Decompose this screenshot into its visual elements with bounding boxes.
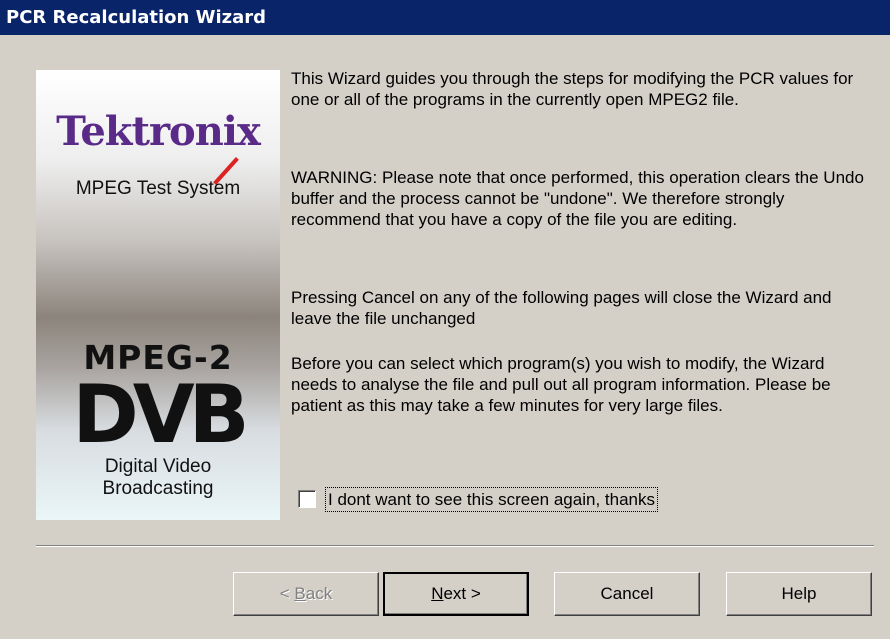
next-button-label: ext > bbox=[443, 584, 481, 603]
dvb-logo: DVB bbox=[72, 368, 249, 461]
cancel-info-paragraph: Pressing Cancel on any of the following … bbox=[291, 288, 832, 328]
button-separator bbox=[36, 545, 874, 547]
back-button-label: ack bbox=[305, 584, 333, 603]
analysis-info-paragraph: Before you can select which program(s) y… bbox=[291, 354, 831, 415]
dvb-caption-line2: Broadcasting bbox=[102, 478, 214, 499]
back-button-prefix: < bbox=[279, 584, 295, 603]
cancel-button[interactable]: Cancel bbox=[554, 572, 700, 616]
back-button-accesskey: B bbox=[294, 584, 306, 603]
wizard-banner-image: Tektronix MPEG Test System MPEG-2 DVB Di… bbox=[36, 70, 280, 520]
next-button[interactable]: Next > bbox=[383, 572, 529, 616]
banner-subtitle: MPEG Test System bbox=[75, 178, 241, 199]
next-button-accesskey: N bbox=[431, 584, 444, 603]
dont-show-again-checkbox[interactable] bbox=[298, 490, 316, 508]
dont-show-again-label[interactable]: I dont want to see this screen again, th… bbox=[325, 487, 658, 512]
dvb-caption-line1: Digital Video bbox=[104, 456, 212, 477]
intro-paragraph: This Wizard guides you through the steps… bbox=[291, 69, 854, 109]
back-button[interactable]: < Back bbox=[233, 572, 379, 616]
brand-logo: Tektronix bbox=[56, 108, 261, 155]
wizard-window: PCR Recalculation Wizard Tektronix MPEG … bbox=[0, 0, 890, 639]
dvb-caption: Digital Video Broadcasting bbox=[36, 456, 280, 500]
title-bar: PCR Recalculation Wizard bbox=[0, 0, 890, 35]
help-button[interactable]: Help bbox=[726, 572, 872, 616]
warning-paragraph: WARNING: Please note that once performed… bbox=[291, 168, 864, 229]
